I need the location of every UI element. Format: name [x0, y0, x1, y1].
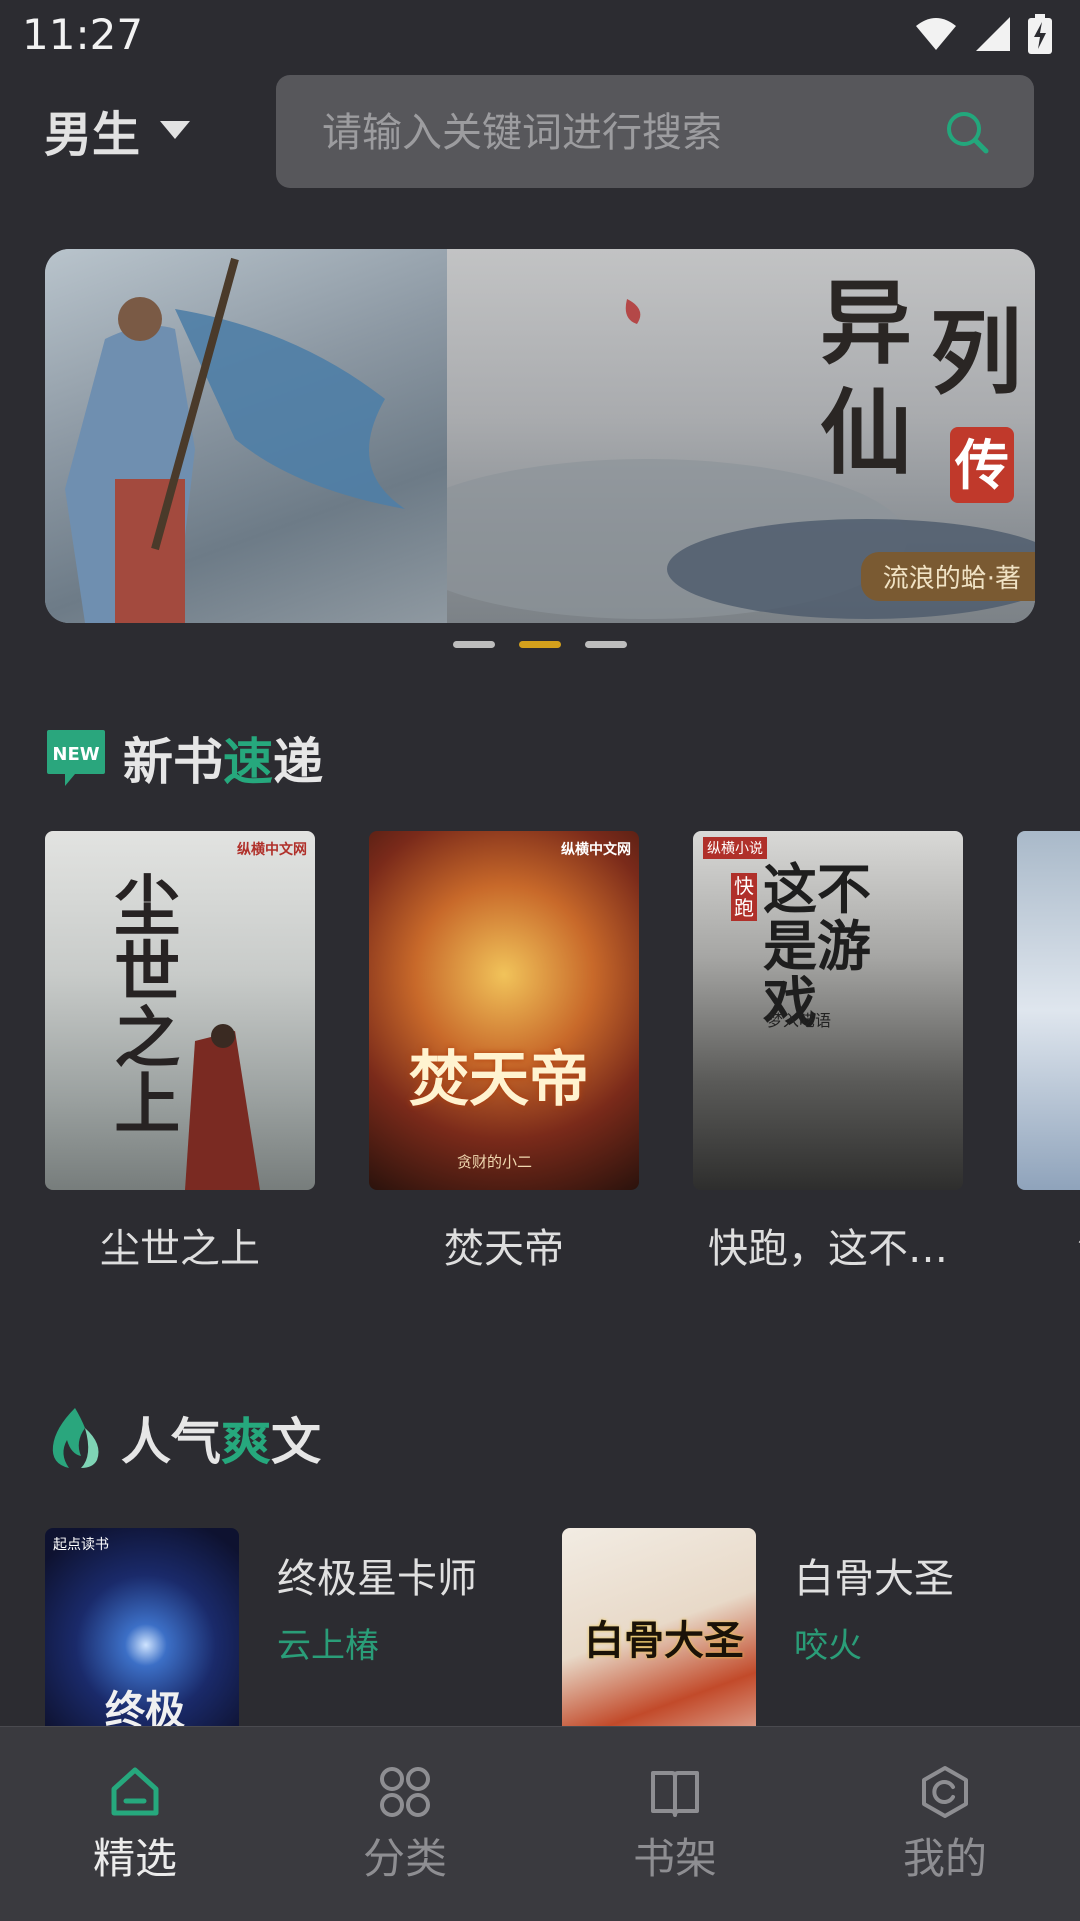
- caret-down-icon: [160, 121, 191, 139]
- book-cover[interactable]: [1017, 831, 1080, 1190]
- new-books-list: 纵横中文网 尘世之上 尘世之上 纵横中文网 焚天帝 贪财的小二 焚天帝 纵横小说…: [45, 831, 1080, 1271]
- status-icons: [914, 14, 1052, 54]
- book-card[interactable]: 纵横中文网 尘世之上 尘世之上: [45, 831, 315, 1271]
- cover-author: 贪财的小二: [457, 1153, 533, 1171]
- section-popular-title: 人气爽文: [121, 1413, 321, 1471]
- bottom-nav: 精选 分类 书架 我的: [0, 1726, 1080, 1921]
- section-new-books-title: 新书速递: [123, 733, 323, 791]
- profile-icon: [922, 1766, 968, 1818]
- bookshelf-icon: [651, 1771, 699, 1817]
- book-title[interactable]: 终极星卡师: [277, 1546, 477, 1604]
- nav-label: 精选: [92, 1834, 177, 1883]
- signal-icon: [976, 17, 1010, 51]
- book-title[interactable]: 白骨大圣: [794, 1546, 954, 1604]
- book-title[interactable]: 快跑，这不…: [693, 1216, 963, 1271]
- popular-book-item[interactable]: 白骨大圣 白骨大圣 咬火: [562, 1528, 1032, 1788]
- section-new-books-header: NEW 新书速递: [45, 722, 323, 794]
- book-author[interactable]: 咬火: [794, 1618, 862, 1667]
- search-icon[interactable]: [944, 109, 990, 155]
- book-card[interactable]: 纵横中文网 焚天帝 贪财的小二 焚天帝: [369, 831, 639, 1271]
- book-title[interactable]: 尘世之上: [45, 1216, 315, 1271]
- publisher-logo: 纵横中文网: [561, 842, 631, 858]
- nav-label: 书架: [632, 1834, 717, 1883]
- book-cover-title: 这不是游戏: [763, 857, 871, 1035]
- book-card[interactable]: 浊: [1017, 831, 1080, 1271]
- clock: 11:27: [22, 10, 144, 59]
- gender-selector[interactable]: 男生: [44, 98, 192, 163]
- cover-tag: 快跑: [731, 873, 757, 921]
- category-icon: [380, 1767, 430, 1817]
- banner-art-warrior: [45, 249, 447, 623]
- cover-art: [185, 1024, 260, 1190]
- popular-book-item[interactable]: 起点读书 终极 终极星卡师 云上椿: [45, 1528, 515, 1788]
- nav-category[interactable]: 分类: [270, 1727, 540, 1921]
- nav-profile[interactable]: 我的: [810, 1727, 1080, 1921]
- flame-icon: [52, 1408, 99, 1468]
- battery-icon: [1028, 14, 1052, 54]
- carousel-dot-active[interactable]: [519, 641, 561, 648]
- search-input[interactable]: [320, 75, 924, 190]
- nav-label: 我的: [902, 1834, 987, 1883]
- publisher-logo: 纵横小说: [703, 837, 767, 859]
- carousel-indicator: [0, 641, 1080, 648]
- book-title[interactable]: 浊: [1017, 1216, 1080, 1271]
- carousel-dot[interactable]: [453, 641, 495, 648]
- search-bar[interactable]: [276, 75, 1034, 190]
- banner-seal: 传: [950, 427, 1014, 503]
- book-cover-title: 焚天帝: [409, 1045, 589, 1115]
- nav-label: 分类: [362, 1834, 447, 1883]
- book-author[interactable]: 云上椿: [277, 1618, 379, 1667]
- banner-carousel[interactable]: 异 列 仙 传 流浪的蛤·著: [45, 249, 1035, 623]
- nav-bookshelf[interactable]: 书架: [540, 1727, 810, 1921]
- new-badge-icon: NEW: [47, 730, 105, 786]
- status-bar: 11:27: [0, 0, 1080, 70]
- nav-featured[interactable]: 精选: [0, 1727, 270, 1921]
- gender-label: 男生: [44, 107, 141, 163]
- carousel-dot[interactable]: [585, 641, 627, 648]
- book-cover[interactable]: 纵横中文网 焚天帝 贪财的小二: [369, 831, 639, 1190]
- cover-author: 梦入呓语: [767, 1011, 832, 1030]
- publisher-logo: 起点读书: [53, 1537, 109, 1553]
- home-icon: [111, 1767, 159, 1816]
- warrior-illustration: [65, 257, 405, 623]
- book-card[interactable]: 纵横小说 快跑 这不是游戏 梦入呓语 快跑，这不…: [693, 831, 963, 1271]
- book-cover-title: 白骨大圣: [584, 1617, 744, 1664]
- wifi-icon: [916, 18, 956, 50]
- book-cover[interactable]: 纵横小说 快跑 这不是游戏 梦入呓语: [693, 831, 963, 1190]
- section-popular-header: 人气爽文: [45, 1402, 321, 1474]
- banner-author-tag: 流浪的蛤·著: [860, 552, 1035, 601]
- banner-title: 异 列 仙 传: [810, 267, 1035, 537]
- book-cover[interactable]: 纵横中文网 尘世之上: [45, 831, 315, 1190]
- book-title[interactable]: 焚天帝: [369, 1216, 639, 1271]
- svg-text:NEW: NEW: [52, 744, 99, 765]
